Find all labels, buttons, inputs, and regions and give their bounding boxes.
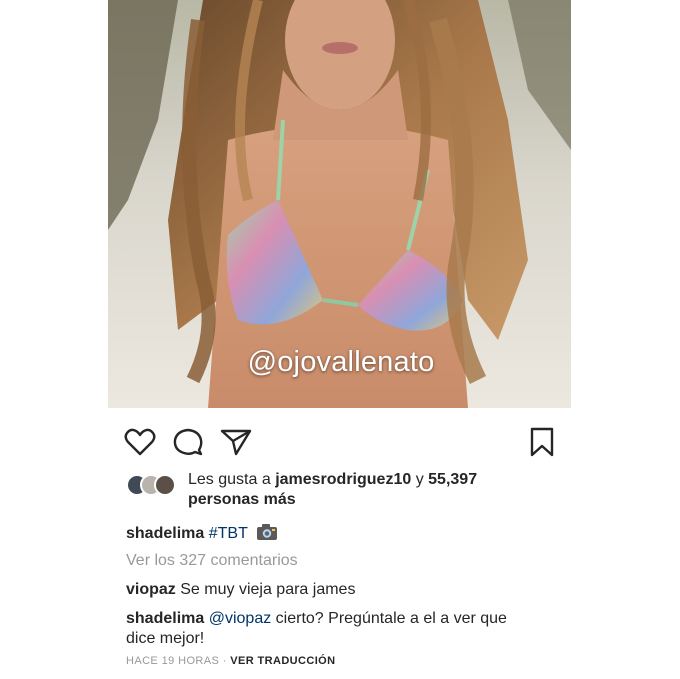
comment: viopaz Se muy vieja para james: [126, 580, 571, 600]
post-meta: HACE 19 HORAS · VER TRADUCCIÓN: [126, 655, 335, 667]
avatar: [154, 474, 176, 496]
likes-suffix[interactable]: personas más: [188, 491, 296, 508]
comment-text: Se muy vieja para james: [180, 581, 356, 598]
post-caption: shadelima #TBT: [126, 523, 571, 547]
comment: shadelima @viopaz cierto? Pregúntale a e…: [126, 609, 571, 649]
watermark-text: @ojovallenato: [247, 346, 435, 378]
likes-section: Les gusta a jamesrodriguez10 y 55,397 pe…: [126, 470, 571, 510]
camera-icon: [256, 523, 278, 547]
post-timestamp: HACE 19 HORAS: [126, 655, 220, 667]
bookmark-icon[interactable]: [524, 424, 560, 460]
comment-text-continued: dice mejor!: [126, 630, 205, 647]
meta-separator: ·: [222, 655, 227, 667]
view-all-comments-link[interactable]: Ver los 327 comentarios: [126, 551, 571, 571]
action-bar: [108, 416, 571, 460]
comment-username[interactable]: shadelima: [126, 610, 204, 627]
comment-username[interactable]: viopaz: [126, 581, 176, 598]
caption-hashtag[interactable]: #TBT: [209, 525, 248, 542]
comment-mention[interactable]: @viopaz: [209, 610, 272, 627]
likes-connector: y: [415, 471, 424, 488]
liker-avatars[interactable]: [126, 474, 182, 496]
post-photo[interactable]: @ojovallenato: [108, 0, 571, 408]
likes-text: Les gusta a jamesrodriguez10 y 55,397 pe…: [188, 470, 571, 510]
likes-count[interactable]: 55,397: [428, 471, 477, 488]
caption-username[interactable]: shadelima: [126, 525, 204, 542]
comment-text: cierto? Pregúntale a el a ver que: [275, 610, 507, 627]
likes-prefix: Les gusta a: [188, 471, 271, 488]
comment-icon[interactable]: [170, 424, 206, 460]
liker-username[interactable]: jamesrodriguez10: [275, 471, 411, 488]
heart-icon[interactable]: [122, 424, 158, 460]
see-translation-link[interactable]: VER TRADUCCIÓN: [230, 655, 335, 667]
paper-plane-icon[interactable]: [218, 424, 254, 460]
